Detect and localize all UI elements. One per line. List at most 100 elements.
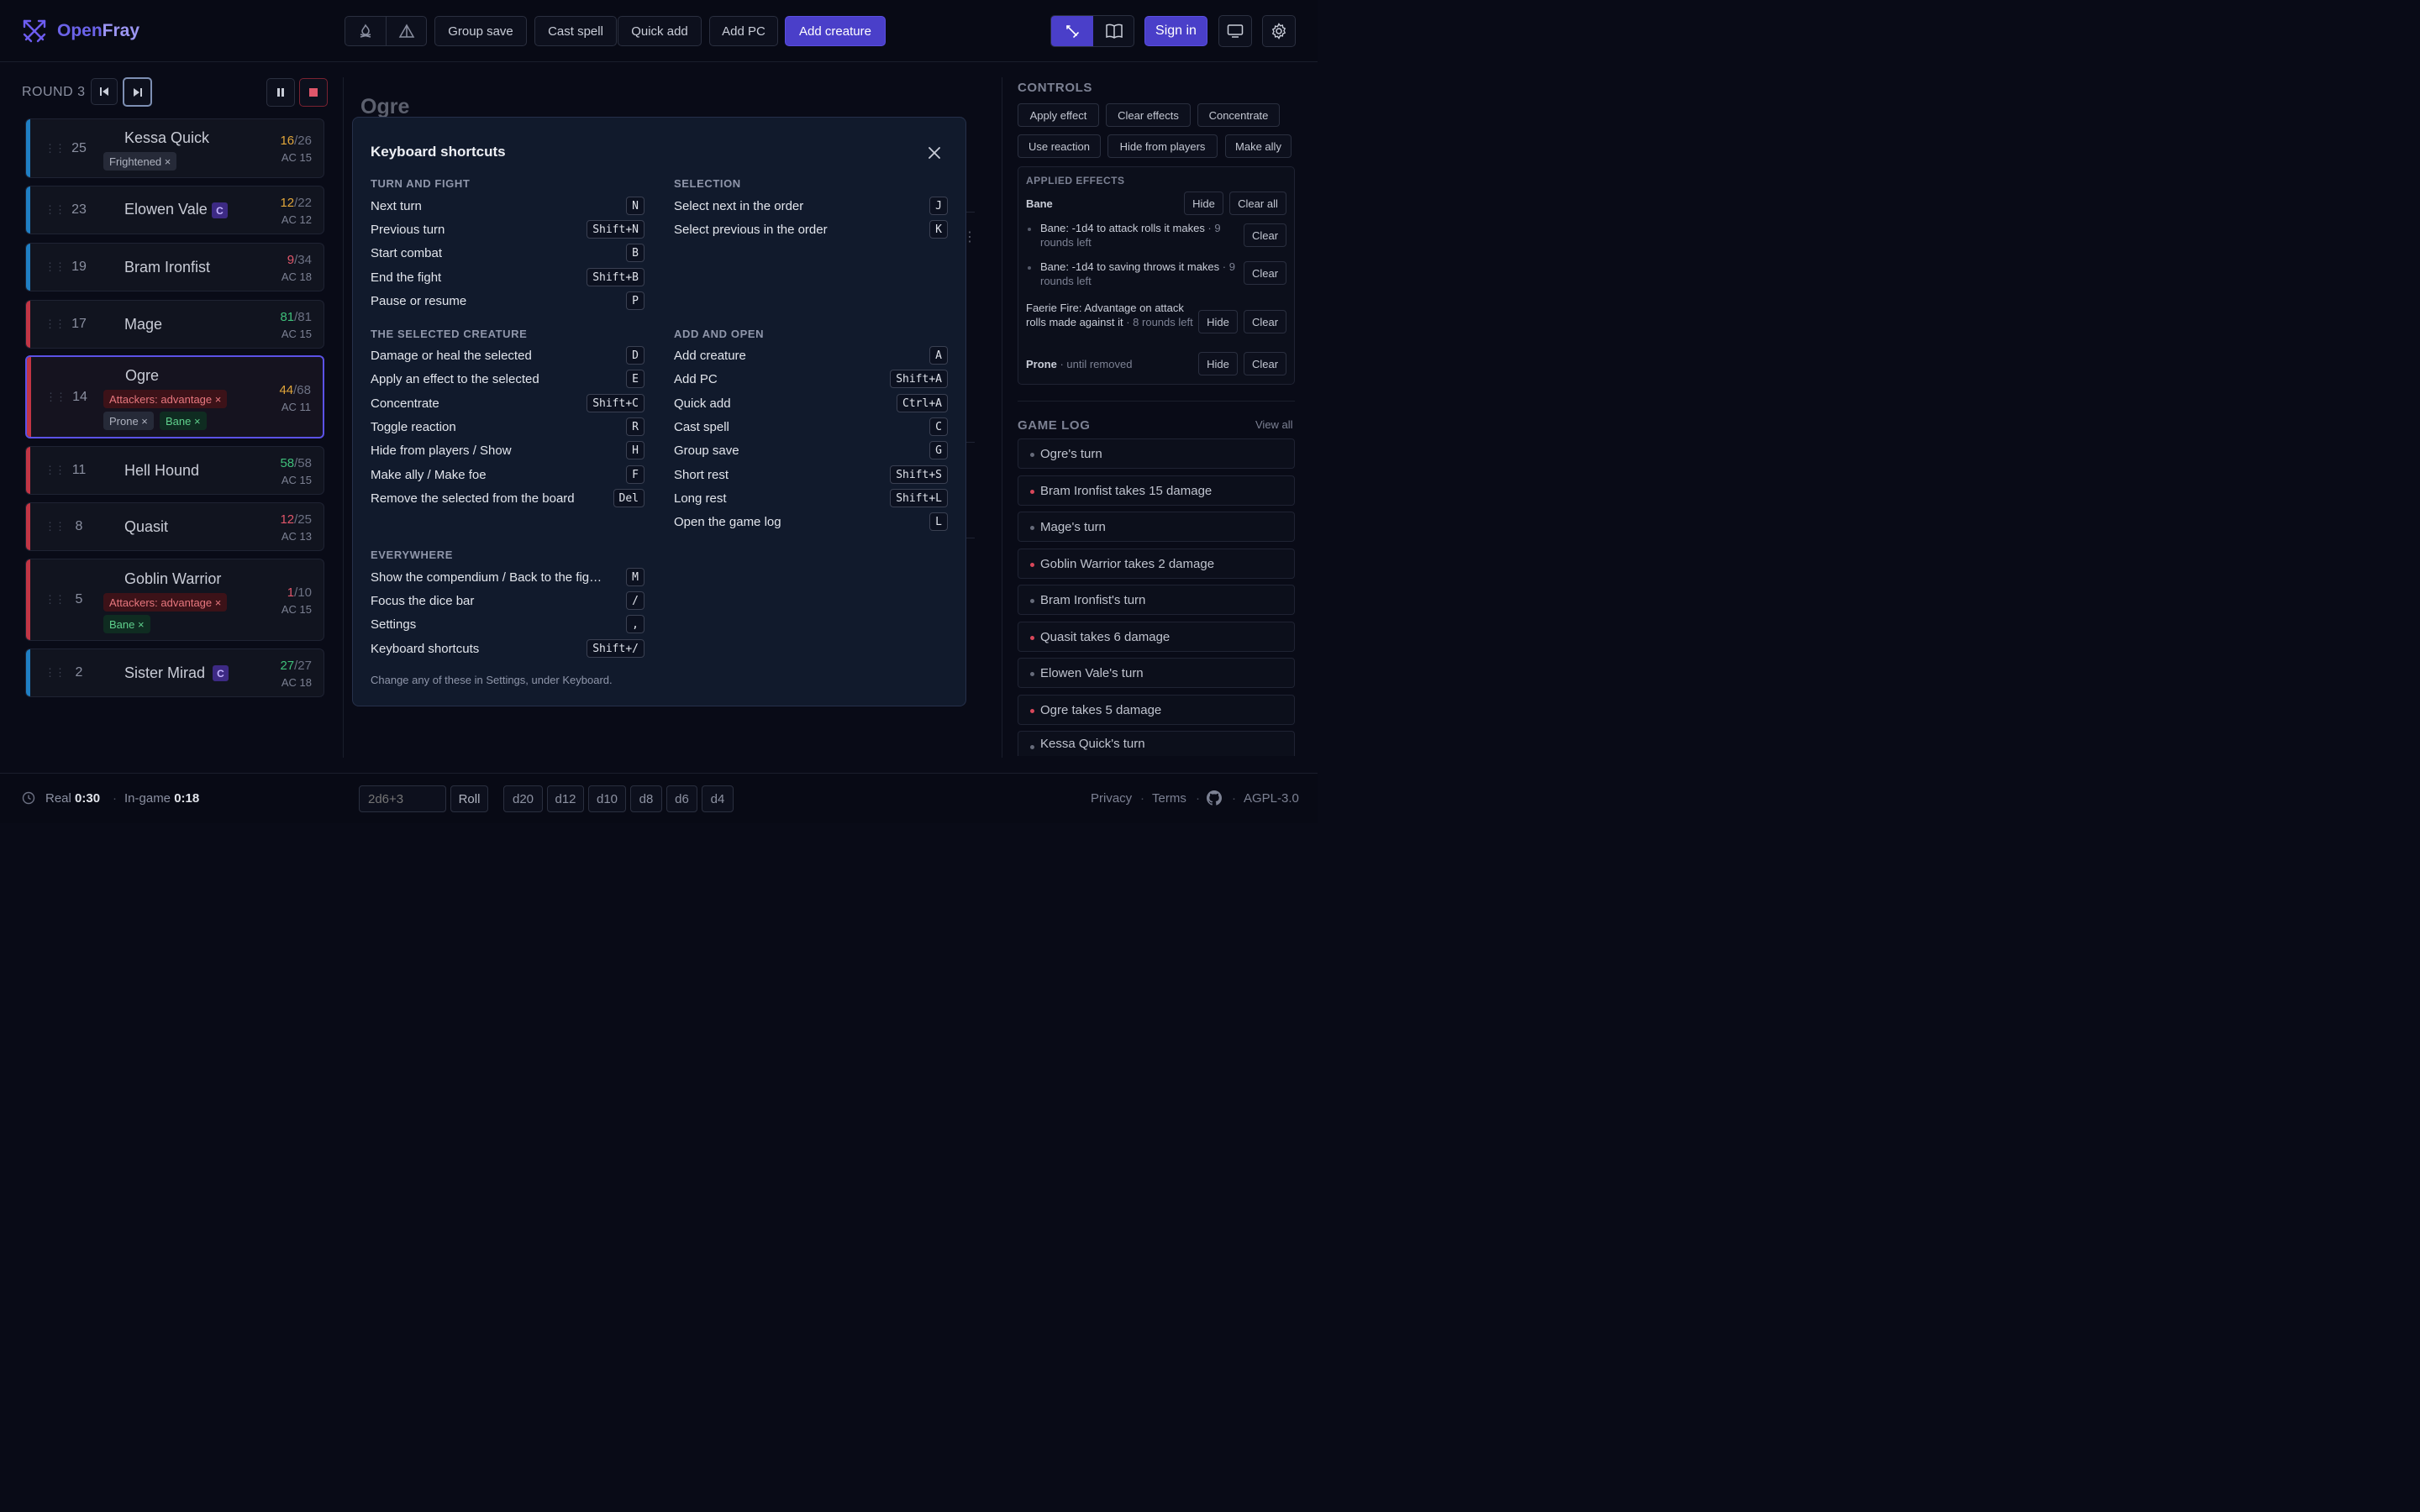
hit-points[interactable]: 12/25 (280, 512, 312, 527)
shortcut-label: Next turn (371, 199, 422, 213)
section-selected-creature: THE SELECTED CREATURE Damage or heal the… (371, 327, 644, 512)
drag-handle-icon[interactable]: ⋮⋮ (45, 666, 66, 680)
hide-effect-button[interactable]: Hide (1198, 352, 1238, 375)
drag-handle-icon[interactable]: ⋮⋮ (45, 318, 66, 331)
add-pc-button[interactable]: Add PC (709, 16, 778, 46)
combatant-row[interactable]: ⋮⋮ 8 Quasit 12/25 AC 13 (25, 502, 324, 551)
roll-button[interactable]: Roll (450, 785, 488, 812)
initiative-value: 25 (71, 141, 87, 155)
sign-in-button[interactable]: Sign in (1144, 16, 1207, 46)
campfire-view-button[interactable] (345, 17, 387, 45)
dice-button-d12[interactable]: d12 (547, 785, 584, 812)
clear-effect-button[interactable]: Clear (1244, 352, 1286, 375)
quick-add-button[interactable]: Quick add (618, 16, 702, 46)
view-all-link[interactable]: View all (1255, 418, 1293, 431)
drag-handle-icon[interactable]: ⋮⋮ (45, 391, 66, 404)
effect-tag[interactable]: Attackers: advantage × (103, 593, 228, 612)
effect-tag[interactable]: Attackers: advantage × (103, 390, 228, 408)
hit-points[interactable]: 1/10 (287, 585, 312, 600)
combatant-row[interactable]: ⋮⋮ 2 Sister Mirad C 27/27 AC 18 (25, 648, 324, 697)
clear-effects-button[interactable]: Clear effects (1106, 103, 1191, 127)
section-heading: TURN AND FIGHT (371, 177, 471, 190)
dice-button-d8[interactable]: d8 (630, 785, 662, 812)
drag-handle-icon[interactable]: ⋮⋮ (45, 464, 66, 477)
drag-handle-icon[interactable]: ⋮⋮ (45, 520, 66, 533)
hit-points[interactable]: 27/27 (280, 659, 312, 673)
previous-turn-button[interactable] (91, 78, 118, 105)
combatant-row[interactable]: ⋮⋮ 17 Mage 81/81 AC 15 (25, 300, 324, 349)
hit-points[interactable]: 12/22 (280, 196, 312, 210)
app-logo[interactable]: OpenFray (22, 18, 148, 44)
shortcut-label: Apply an effect to the selected (371, 372, 539, 386)
effect-tag[interactable]: Frightened × (103, 152, 177, 171)
shortcut-key: E (626, 370, 644, 388)
hit-points[interactable]: 58/58 (280, 456, 312, 470)
github-icon[interactable] (1207, 790, 1222, 806)
clear-effect-button[interactable]: Clear (1244, 261, 1286, 285)
pause-button[interactable] (266, 78, 295, 107)
combatant-row[interactable]: ⋮⋮ 25 Kessa Quick Frightened × 16/26 AC … (25, 118, 324, 178)
shortcut-key: Shift+S (890, 465, 948, 484)
concentrate-button[interactable]: Concentrate (1197, 103, 1280, 127)
effect-tag[interactable]: Bane × (160, 412, 207, 430)
group-save-button[interactable]: Group save (434, 16, 527, 46)
hit-points[interactable]: 44/68 (279, 383, 311, 397)
shortcut-key: C (929, 417, 948, 436)
drag-handle-icon[interactable]: ⋮⋮ (45, 260, 66, 274)
close-button[interactable] (923, 141, 946, 165)
combatant-row[interactable]: ⋮⋮ 19 Bram Ironfist 9/34 AC 18 (25, 243, 324, 291)
hit-points[interactable]: 81/81 (280, 310, 312, 324)
combatant-name: Goblin Warrior (124, 570, 222, 587)
foe-indicator (26, 559, 30, 640)
settings-button[interactable] (1262, 15, 1296, 47)
shortcut-label: Add PC (674, 372, 718, 386)
clear-effect-button[interactable]: Clear (1244, 310, 1286, 333)
panel-divider (1018, 401, 1295, 402)
dice-input[interactable] (359, 785, 446, 812)
dice-button-d6[interactable]: d6 (666, 785, 697, 812)
hit-points[interactable]: 16/26 (280, 134, 312, 148)
hide-effect-button[interactable]: Hide (1184, 192, 1223, 215)
clear-effect-button[interactable]: Clear (1244, 223, 1286, 247)
crossed-swords-icon (23, 19, 46, 43)
next-turn-button[interactable] (123, 77, 152, 107)
use-reaction-button[interactable]: Use reaction (1018, 134, 1101, 158)
combatant-row[interactable]: ⋮⋮ 5 Goblin Warrior Attackers: advantage… (25, 559, 324, 641)
combat-mode-button[interactable] (1051, 16, 1093, 46)
initiative-value: 11 (71, 463, 87, 477)
drag-handle-icon[interactable]: ⋮⋮ (45, 593, 66, 606)
dice-button-d4[interactable]: d4 (702, 785, 734, 812)
combatant-row-selected[interactable]: ⋮⋮ 14 Ogre Attackers: advantage × Prone … (25, 355, 324, 438)
dice-button-d10[interactable]: d10 (588, 785, 626, 812)
cast-spell-button[interactable]: Cast spell (534, 16, 617, 46)
stop-icon (309, 88, 318, 97)
compendium-mode-button[interactable] (1093, 16, 1134, 46)
stop-combat-button[interactable] (299, 78, 328, 107)
hit-points[interactable]: 9/34 (287, 253, 312, 267)
effect-tag[interactable]: Bane × (103, 615, 150, 633)
hide-effect-button[interactable]: Hide (1198, 310, 1238, 333)
combatant-row[interactable]: ⋮⋮ 11 Hell Hound 58/58 AC 15 (25, 446, 324, 495)
combatant-row[interactable]: ⋮⋮ 23 Elowen Vale C 12/22 AC 12 (25, 186, 324, 234)
hide-from-players-button[interactable]: Hide from players (1107, 134, 1218, 158)
drag-handle-icon[interactable]: ⋮⋮ (45, 142, 66, 155)
privacy-link[interactable]: Privacy (1091, 791, 1132, 806)
drag-handle-icon[interactable]: ⋮⋮ (45, 203, 66, 217)
apply-effect-button[interactable]: Apply effect (1018, 103, 1099, 127)
keyboard-shortcuts-dialog: Keyboard shortcuts TURN AND FIGHT Next t… (352, 117, 966, 706)
tent-view-button[interactable] (387, 17, 427, 45)
effect-tag[interactable]: Prone × (103, 412, 154, 430)
make-ally-button[interactable]: Make ally (1225, 134, 1292, 158)
log-entry: Mage's turn (1018, 512, 1295, 542)
player-display-button[interactable] (1218, 15, 1252, 47)
separator-dot: · (1196, 791, 1200, 806)
log-entry: Bram Ironfist takes 15 damage (1018, 475, 1295, 506)
foe-indicator (27, 357, 31, 437)
log-entry: Elowen Vale's turn (1018, 658, 1295, 688)
damage-marker (1030, 490, 1034, 494)
clear-all-button[interactable]: Clear all (1229, 192, 1286, 215)
terms-link[interactable]: Terms (1152, 791, 1186, 806)
ally-indicator (26, 244, 30, 291)
add-creature-button[interactable]: Add creature (785, 16, 886, 46)
dice-button-d20[interactable]: d20 (503, 785, 543, 812)
